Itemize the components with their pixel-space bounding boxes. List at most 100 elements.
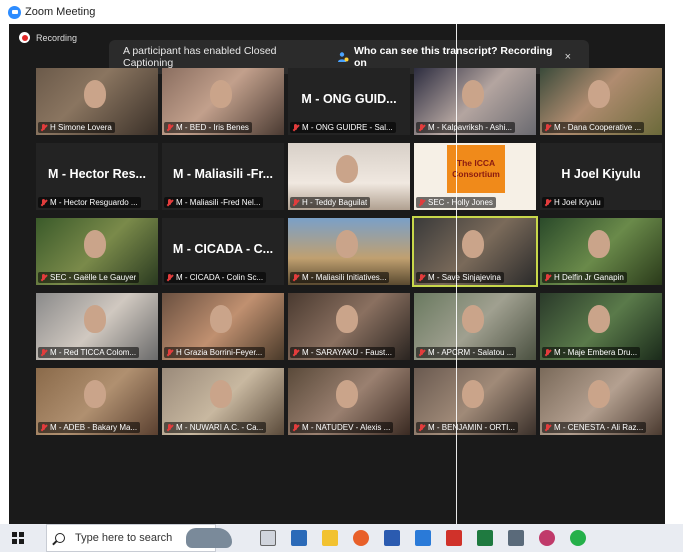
mic-muted-icon [292,348,299,357]
participant-name: M - Dana Cooperative ... [554,123,642,132]
participant-name: M - NUWARI A.C. - Ca... [176,423,264,432]
participant-display-name: M - CICADA - C... [172,242,274,256]
acrobat-icon[interactable] [446,530,462,546]
participant-label: M - SARAYAKU - Faust... [290,347,395,358]
participant-name: H Joel Kiyulu [554,198,601,207]
snipping-tool-icon[interactable] [539,530,555,546]
participant-label: M - BED - Iris Benes [164,122,252,133]
participant-tile[interactable]: M - Maliasili -Fr... M - Maliasili -Fred … [162,143,284,210]
participant-name: H Delfin Jr Ganapin [554,273,624,282]
participant-display-name: M - Hector Res... [48,167,146,181]
participant-label: M - NATUDEV - Alexis ... [290,422,394,433]
start-button[interactable] [0,524,36,552]
mic-muted-icon [292,198,299,207]
mic-muted-icon [40,348,47,357]
windows-icon [12,532,24,544]
who-can-see-link[interactable]: Who can see this transcript? Recording o… [354,45,565,69]
participant-label: M - BENJAMIN - ORTI... [416,422,518,433]
participant-name: M - SARAYAKU - Faust... [302,348,392,357]
mic-muted-icon [544,123,551,132]
participant-name: M - BED - Iris Benes [176,123,249,132]
mic-muted-icon [166,273,173,282]
participant-tile[interactable]: M - NUWARI A.C. - Ca... [162,368,284,435]
participant-tile[interactable]: SEC - Gaëlle Le Gauyer [36,218,158,285]
mic-muted-icon [544,273,551,282]
participant-tile[interactable]: M - ONG GUID... M - ONG GUIDRE - Sal... [288,68,410,135]
word-icon[interactable] [384,530,400,546]
participant-tile[interactable]: M - Maje Embera Dru... [540,293,662,360]
participant-tile[interactable]: M - BED - Iris Benes [162,68,284,135]
participant-display-name: M - ONG GUID... [301,92,397,106]
participant-video [336,380,358,408]
participant-name: H - Teddy Baguilat [302,198,368,207]
mic-muted-icon [544,348,551,357]
participant-label: M - Hector Resguardo ... [38,197,141,208]
participant-name: M - ADEB - Bakary Ma... [50,423,138,432]
participant-tile[interactable]: M - Red TICCA Colom... [36,293,158,360]
whatsapp-icon[interactable] [570,530,586,546]
participant-video [588,230,610,258]
record-icon [19,32,30,43]
participant-display-name: H Joel Kiyulu [561,167,641,181]
participant-tile[interactable]: H Joel Kiyulu H Joel Kiyulu [540,143,662,210]
participant-label: M - APCRM - Salatou ... [416,347,517,358]
participant-label: H - Teddy Baguilat [290,197,371,208]
participant-video [210,380,232,408]
mic-muted-icon [40,423,47,432]
participant-tile[interactable]: M - Kalpavriksh - Ashi... [414,68,536,135]
participant-name: M - NATUDEV - Alexis ... [302,423,391,432]
participant-video [462,230,484,258]
mic-muted-icon [418,423,425,432]
participant-label: M - Maliasili Initiatives... [290,272,390,283]
participant-name: H Simone Lovera [50,123,112,132]
calculator-icon[interactable] [508,530,524,546]
participant-tile[interactable]: H Delfin Jr Ganapin [540,218,662,285]
search-icon [55,533,65,543]
excel-icon[interactable] [477,530,493,546]
firefox-icon[interactable] [353,530,369,546]
participant-tile[interactable]: M - Dana Cooperative ... [540,68,662,135]
participant-tile[interactable]: H Simone Lovera [36,68,158,135]
participant-tile[interactable]: M - CICADA - C... M - CICADA - Colin Sc..… [162,218,284,285]
participant-tile[interactable]: M - APCRM - Salatou ... [414,293,536,360]
participant-name: M - Maliasili -Fred Nel... [176,198,261,207]
participant-tile[interactable]: The ICCA Consortium SEC - Holly Jones [414,143,536,210]
participant-tile[interactable]: M - SARAYAKU - Faust... [288,293,410,360]
mic-muted-icon [292,423,299,432]
outlook-icon[interactable] [291,530,307,546]
close-banner-button[interactable]: × [565,51,571,63]
mic-muted-icon [166,123,173,132]
participant-name: M - Red TICCA Colom... [50,348,137,357]
task-view-icon[interactable] [260,530,276,546]
mic-muted-icon [292,123,299,132]
participant-tile[interactable]: H - Teddy Baguilat [288,143,410,210]
participant-tile[interactable]: M - Maliasili Initiatives... [288,218,410,285]
participant-video [462,305,484,333]
participant-name: M - Maliasili Initiatives... [302,273,387,282]
participant-video [588,305,610,333]
window-title: Zoom Meeting [25,6,96,18]
participant-video [462,380,484,408]
participant-tile[interactable]: M - BENJAMIN - ORTI... [414,368,536,435]
participant-label: M - CENESTA - Ali Raz... [542,422,647,433]
participant-label: H Delfin Jr Ganapin [542,272,627,283]
participant-tile[interactable]: M - Hector Res... M - Hector Resguardo ..… [36,143,158,210]
participant-tile[interactable]: M - ADEB - Bakary Ma... [36,368,158,435]
file-explorer-icon[interactable] [322,530,338,546]
participant-name: M - Save Sinjajevina [428,273,501,282]
mic-muted-icon [418,123,425,132]
recording-indicator[interactable]: Recording [19,32,77,43]
participant-tile[interactable]: M - Save Sinjajevina [412,216,538,287]
icca-line2: Consortium [452,169,500,179]
zoom-taskbar-icon[interactable] [415,530,431,546]
participant-tile[interactable]: M - NATUDEV - Alexis ... [288,368,410,435]
participant-name: SEC - Gaëlle Le Gauyer [50,273,137,282]
participant-video [588,80,610,108]
participant-tile[interactable]: H Grazia Borrini-Feyer... [162,293,284,360]
mic-muted-icon [166,423,173,432]
mic-muted-icon [166,348,173,357]
participant-tile[interactable]: M - CENESTA - Ali Raz... [540,368,662,435]
participant-label: H Grazia Borrini-Feyer... [164,347,266,358]
participant-video [210,305,232,333]
participant-name: M - BENJAMIN - ORTI... [428,423,515,432]
